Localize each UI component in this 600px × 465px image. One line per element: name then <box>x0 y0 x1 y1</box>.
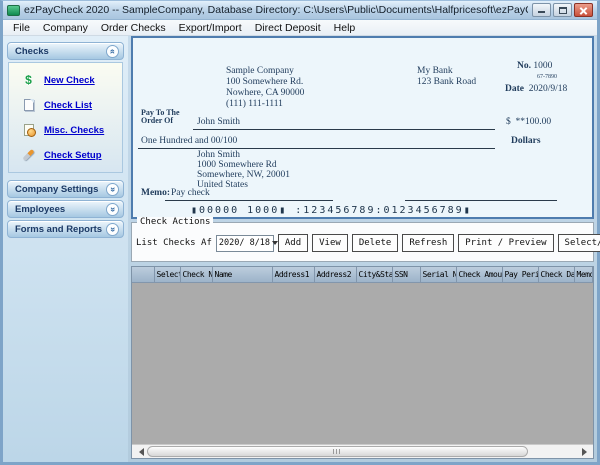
memo-line <box>165 200 333 201</box>
nav-label: New Check <box>44 75 95 86</box>
col-ssn[interactable]: SSN <box>392 267 420 282</box>
scrollbar-thumb[interactable] <box>147 446 528 457</box>
sidebar-item-new-check[interactable]: $ New Check <box>13 73 118 87</box>
grid-header: Selecte Check Num Name Address1 Address2… <box>132 267 593 283</box>
sidebar-item-check-setup[interactable]: Check Setup <box>13 148 118 162</box>
check-number: No. 1000 <box>517 62 552 72</box>
menu-order-checks[interactable]: Order Checks <box>95 21 172 35</box>
view-button[interactable]: View <box>312 234 348 252</box>
bank-fraction: 67-7890 <box>537 74 557 80</box>
company-phone: (111) 111-1111 <box>226 100 283 110</box>
col-row-header[interactable] <box>132 267 154 282</box>
sidebar-item-check-list[interactable]: Check List <box>13 98 118 112</box>
scrollbar-track[interactable] <box>146 445 579 459</box>
check-actions-group: Check Actions List Checks Af 2020/ 8/18 … <box>131 222 594 262</box>
menu-direct-deposit[interactable]: Direct Deposit <box>249 21 327 35</box>
col-name[interactable]: Name <box>212 267 272 282</box>
window-title: ezPayCheck 2020 -- SampleCompany, Databa… <box>24 4 528 16</box>
bank-name: My Bank <box>417 67 453 77</box>
menu-export-import[interactable]: Export/Import <box>173 21 248 35</box>
check-date: Date 2020/9/18 <box>505 85 567 95</box>
col-selected[interactable]: Selecte <box>154 267 180 282</box>
company-address2: Nowhere, CA 90000 <box>226 89 304 99</box>
chevron-down-icon[interactable] <box>106 203 119 216</box>
sidebar: Checks $ New Check Check List Misc. Chec… <box>3 36 128 462</box>
refresh-button[interactable]: Refresh <box>402 234 454 252</box>
list-date-picker[interactable]: 2020/ 8/18 <box>216 235 274 252</box>
col-address2[interactable]: Address2 <box>314 267 356 282</box>
sidebar-section-employees[interactable]: Employees <box>7 200 124 218</box>
menu-bar: File Company Order Checks Export/Import … <box>3 20 597 36</box>
col-memo[interactable]: Memo <box>574 267 593 282</box>
signature-line <box>405 200 557 201</box>
sidebar-section-forms-reports[interactable]: Forms and Reports <box>7 220 124 238</box>
title-bar[interactable]: ezPayCheck 2020 -- SampleCompany, Databa… <box>3 1 597 20</box>
col-pay-period[interactable]: Pay Perio <box>502 267 538 282</box>
memo-value: Pay check <box>171 189 210 199</box>
maximize-icon <box>559 7 567 14</box>
company-name: Sample Company <box>226 67 294 77</box>
add-button[interactable]: Add <box>278 234 308 252</box>
payee-name: John Smith <box>197 118 240 128</box>
note-icon <box>21 123 36 137</box>
dollars-label: Dollars <box>511 137 541 147</box>
main-area: Sample Company 100 Somewhere Rd. Nowhere… <box>131 36 594 459</box>
col-check-amount[interactable]: Check Amount <box>456 267 502 282</box>
scroll-right-icon[interactable] <box>579 445 593 459</box>
col-serial-num[interactable]: Serial Nu <box>420 267 456 282</box>
chevron-down-icon[interactable] <box>106 223 119 236</box>
checks-grid: Selecte Check Num Name Address1 Address2… <box>131 266 594 459</box>
nav-label: Check List <box>44 100 92 111</box>
menu-company[interactable]: Company <box>37 21 94 35</box>
menu-help[interactable]: Help <box>328 21 362 35</box>
nav-label: Check Setup <box>44 150 102 161</box>
minimize-button[interactable] <box>532 3 551 17</box>
section-label: Forms and Reports <box>15 224 106 235</box>
check-amount: $ **100.00 <box>506 118 551 128</box>
list-date-value: 2020/ 8/18 <box>219 238 270 248</box>
col-address1[interactable]: Address1 <box>272 267 314 282</box>
nav-label: Misc. Checks <box>44 125 104 136</box>
bank-address: 123 Bank Road <box>417 78 476 88</box>
micr-line: ▮00000 1000▮ :123456789:0123456789▮ <box>191 205 472 216</box>
company-address1: 100 Somewhere Rd. <box>226 78 303 88</box>
dollar-icon: $ <box>21 73 36 87</box>
sidebar-item-misc-checks[interactable]: Misc. Checks <box>13 123 118 137</box>
horizontal-scrollbar[interactable] <box>132 444 593 458</box>
list-checks-label: List Checks Af <box>136 238 212 248</box>
page-icon <box>21 98 36 112</box>
scroll-left-icon[interactable] <box>132 445 146 459</box>
amount-words-line <box>138 148 495 149</box>
minimize-icon <box>538 11 545 13</box>
col-check-num[interactable]: Check Num <box>180 267 212 282</box>
delete-button[interactable]: Delete <box>352 234 399 252</box>
pay-to-label: Pay To TheOrder Of <box>141 109 180 125</box>
memo-label: Memo: <box>141 189 170 199</box>
chevron-down-icon[interactable] <box>106 183 119 196</box>
sidebar-section-company-settings[interactable]: Company Settings <box>7 180 124 198</box>
close-button[interactable] <box>574 3 593 17</box>
print-preview-button[interactable]: Print / Preview <box>458 234 553 252</box>
wrench-icon <box>21 148 36 162</box>
app-icon <box>7 5 20 16</box>
col-city-state[interactable]: City&State <box>356 267 392 282</box>
payee-line <box>193 129 495 130</box>
app-window: ezPayCheck 2020 -- SampleCompany, Databa… <box>0 0 600 465</box>
section-label: Checks <box>15 46 106 57</box>
section-label: Company Settings <box>15 184 106 195</box>
checks-panel: $ New Check Check List Misc. Checks Chec… <box>8 62 123 173</box>
select-clear-button[interactable]: Select/Clear <box>558 234 600 252</box>
grid-body-empty <box>132 283 593 445</box>
col-check-date[interactable]: Check Dat <box>538 267 574 282</box>
group-label: Check Actions <box>137 217 213 227</box>
chevron-up-icon[interactable] <box>106 45 119 58</box>
maximize-button[interactable] <box>553 3 572 17</box>
sidebar-section-checks[interactable]: Checks <box>7 42 124 60</box>
check-preview: Sample Company 100 Somewhere Rd. Nowhere… <box>131 36 594 219</box>
section-label: Employees <box>15 204 106 215</box>
menu-file[interactable]: File <box>7 21 36 35</box>
amount-words: One Hundred and 00/100 <box>141 137 237 147</box>
